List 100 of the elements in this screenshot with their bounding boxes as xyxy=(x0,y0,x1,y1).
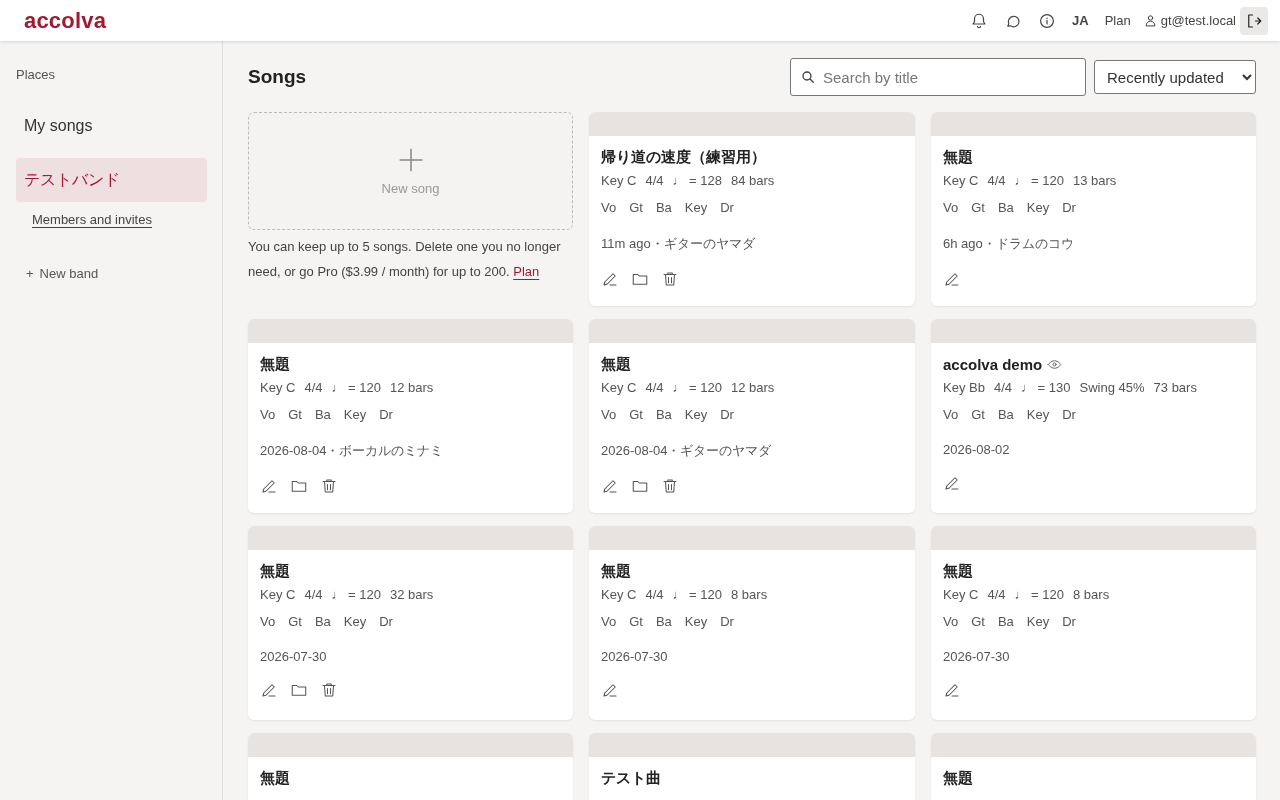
song-detail: Key C xyxy=(601,380,637,395)
edit-button[interactable] xyxy=(943,474,961,492)
part-label: Vo xyxy=(943,614,959,629)
song-detail: 13 bars xyxy=(1073,173,1117,188)
part-label: Dr xyxy=(720,200,734,215)
part-label: Gt xyxy=(629,407,643,422)
song-detail: 4/4 xyxy=(987,587,1006,602)
plan-link[interactable]: Plan xyxy=(513,264,540,279)
edit-button[interactable] xyxy=(260,681,278,699)
updated-info: 2026-08-02 xyxy=(943,442,1011,457)
song-detail: 4/4 xyxy=(645,587,664,602)
song-detail: Key Bb xyxy=(943,380,985,395)
song-title: accolva demo xyxy=(943,355,1043,373)
part-label: Dr xyxy=(1062,200,1076,215)
pencil-icon xyxy=(943,270,961,288)
trash-icon xyxy=(320,681,338,699)
updated-info: 2026-07-30 xyxy=(601,649,669,664)
song-detail: 12 bars xyxy=(390,380,434,395)
song-detail: ♩ = 120 xyxy=(1014,173,1064,188)
part-label: Gt xyxy=(971,614,985,629)
info-button[interactable] xyxy=(1038,11,1056,30)
song-detail: 8 bars xyxy=(1073,587,1110,602)
song-detail: ♩ = 128 xyxy=(672,173,722,188)
new-band-button[interactable]: + New band xyxy=(26,266,99,281)
language-button[interactable]: JA xyxy=(1072,13,1089,28)
members-link[interactable]: Members and invites xyxy=(32,212,152,227)
part-label: Gt xyxy=(971,200,985,215)
trash-icon xyxy=(661,477,679,495)
song-detail: ♩ = 120 xyxy=(672,587,722,602)
song-detail: ♩ = 130 xyxy=(1021,380,1071,395)
info-icon xyxy=(1038,11,1056,30)
song-detail: Swing 45% xyxy=(1079,380,1145,395)
part-label: Vo xyxy=(943,200,959,215)
sidebar-item[interactable]: テストバンド xyxy=(16,158,207,202)
song-title: テスト曲 xyxy=(601,768,661,788)
part-label: Key xyxy=(1026,407,1050,422)
updated-info: 2026-08-04・ボーカルのミナミ xyxy=(260,442,445,460)
song-title: 無題 xyxy=(943,147,973,167)
song-title: 無題 xyxy=(260,354,290,374)
part-label: Vo xyxy=(260,614,276,629)
notifications-button[interactable] xyxy=(970,11,988,30)
updated-info: 2026-07-30 xyxy=(260,649,328,664)
edit-button[interactable] xyxy=(260,477,278,495)
pencil-icon xyxy=(601,681,619,699)
search-icon xyxy=(800,69,816,85)
edit-button[interactable] xyxy=(943,270,961,288)
bell-icon xyxy=(970,11,988,30)
sort-dropdown[interactable]: Recently updated xyxy=(1094,60,1256,94)
part-label: Gt xyxy=(971,407,985,422)
part-label: Ba xyxy=(655,407,672,422)
song-detail: 73 bars xyxy=(1153,380,1197,395)
part-label: Ba xyxy=(655,614,672,629)
sidebar-heading: Places xyxy=(16,67,57,82)
updated-info: 11m ago・ギターのヤマダ xyxy=(601,235,756,253)
plan-link[interactable]: Plan xyxy=(1104,13,1131,28)
delete-button[interactable] xyxy=(661,477,679,495)
account-button[interactable]: gt@test.local xyxy=(1142,13,1236,28)
song-detail: Key C xyxy=(260,587,296,602)
part-label: Vo xyxy=(260,407,276,422)
part-label: Key xyxy=(684,614,708,629)
part-label: Dr xyxy=(379,407,393,422)
part-label: Key xyxy=(343,407,367,422)
delete-button[interactable] xyxy=(320,681,338,699)
part-label: Vo xyxy=(943,407,959,422)
song-detail: ♩ = 120 xyxy=(331,380,381,395)
song-title: 無題 xyxy=(601,354,631,374)
song-title: 無題 xyxy=(943,768,973,788)
part-label: Gt xyxy=(288,614,302,629)
part-label: Key xyxy=(343,614,367,629)
part-label: Dr xyxy=(1062,407,1076,422)
trash-icon xyxy=(661,270,679,288)
part-label: Dr xyxy=(379,614,393,629)
pencil-icon xyxy=(260,477,278,495)
delete-button[interactable] xyxy=(320,477,338,495)
delete-button[interactable] xyxy=(661,270,679,288)
song-detail: 4/4 xyxy=(304,380,323,395)
song-detail: 32 bars xyxy=(390,587,434,602)
part-label: Gt xyxy=(629,200,643,215)
search-field[interactable]: Search by title xyxy=(790,58,1086,96)
edit-button[interactable] xyxy=(601,681,619,699)
part-label: Gt xyxy=(629,614,643,629)
part-label: Ba xyxy=(997,407,1014,422)
song-detail: 4/4 xyxy=(645,380,664,395)
sidebar-item[interactable]: My songs xyxy=(16,104,207,148)
part-label: Dr xyxy=(720,407,734,422)
song-title: 無題 xyxy=(601,561,631,581)
song-detail: 4/4 xyxy=(987,173,1006,188)
song-limit-note: You can keep up to 5 songs. Delete one you no longer need, or go Pro ($3.99 / month) for up to 200. Plan xyxy=(248,238,562,281)
song-detail: 84 bars xyxy=(731,173,775,188)
edit-button[interactable] xyxy=(943,681,961,699)
edit-button[interactable] xyxy=(601,477,619,495)
user-icon xyxy=(1142,13,1158,28)
song-detail: Key C xyxy=(943,173,979,188)
logout-button[interactable] xyxy=(1240,6,1268,35)
song-detail: Key C xyxy=(943,587,979,602)
part-label: Ba xyxy=(314,614,331,629)
page-title: Songs xyxy=(248,66,308,88)
part-label: Vo xyxy=(601,407,617,422)
logo: accolva xyxy=(24,7,107,34)
edit-button[interactable] xyxy=(601,270,619,288)
